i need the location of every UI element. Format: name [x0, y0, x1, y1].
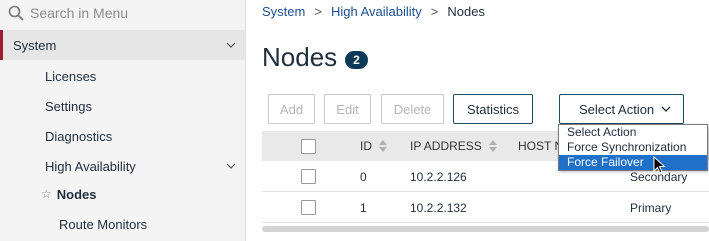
sidebar-item-label: Licenses [45, 68, 97, 84]
sidebar-item-label: System [13, 37, 57, 53]
sidebar-item-licenses[interactable]: Licenses [0, 62, 246, 90]
option-force-failover[interactable]: Force Failover [559, 155, 707, 170]
breadcrumb-system[interactable]: System [262, 4, 305, 19]
sidebar-item-label: Diagnostics [45, 128, 113, 144]
breadcrumb-separator: > [314, 4, 322, 19]
option-select-action[interactable]: Select Action [559, 125, 707, 140]
sidebar-item-nodes[interactable]: ☆ Nodes [0, 180, 246, 208]
menu-search[interactable]: Search in Menu [0, 0, 246, 26]
column-header-ip-address[interactable]: IP ADDRESS [410, 131, 497, 161]
sort-icon [379, 140, 387, 152]
breadcrumb-nodes: Nodes [447, 4, 485, 19]
cell-state: Primary [630, 200, 672, 215]
sidebar: Search in Menu System Licenses Settings … [0, 0, 246, 241]
row-checkbox[interactable] [301, 169, 316, 184]
sidebar-item-settings[interactable]: Settings [0, 92, 246, 120]
chevron-down-icon [661, 106, 671, 112]
column-header-id[interactable]: ID [360, 131, 387, 161]
sidebar-item-label: Route Monitors [59, 216, 148, 232]
table-row[interactable]: 1 10.2.2.132 Primary [262, 192, 709, 223]
select-action-button[interactable]: Select Action [559, 94, 684, 124]
sidebar-item-label: Nodes [56, 186, 97, 202]
count-badge: 2 [345, 50, 368, 69]
sidebar-item-route-monitors[interactable]: Route Monitors [0, 210, 246, 238]
mouse-cursor-icon [653, 156, 666, 174]
option-force-synchronization[interactable]: Force Synchronization [559, 140, 707, 155]
edit-button[interactable]: Edit [324, 94, 371, 124]
column-label: IP ADDRESS [410, 139, 482, 153]
chevron-down-icon [226, 42, 236, 48]
cell-ip-address: 10.2.2.126 [410, 169, 467, 184]
sidebar-item-label: Settings [45, 98, 92, 114]
main-content: System > High Availability > Nodes Nodes… [247, 0, 709, 241]
select-action-label: Select Action [579, 101, 655, 117]
statistics-button[interactable]: Statistics [453, 94, 533, 124]
cell-id: 1 [360, 200, 367, 215]
sidebar-item-high-availability[interactable]: High Availability [0, 152, 246, 180]
search-input[interactable]: Search in Menu [30, 5, 128, 21]
sidebar-item-system[interactable]: System [0, 30, 246, 60]
horizontal-scrollbar[interactable] [262, 226, 709, 232]
select-all-checkbox[interactable] [301, 139, 316, 154]
star-icon[interactable]: ☆ [41, 187, 52, 201]
search-icon [8, 5, 24, 21]
cell-ip-address: 10.2.2.132 [410, 200, 467, 215]
breadcrumb-high-availability[interactable]: High Availability [331, 4, 422, 19]
sidebar-item-label: High Availability [45, 158, 136, 174]
column-label: HOST N [518, 139, 564, 153]
sidebar-item-diagnostics[interactable]: Diagnostics [0, 122, 246, 150]
row-checkbox[interactable] [301, 200, 316, 215]
cell-id: 0 [360, 169, 367, 184]
sort-icon [488, 140, 497, 152]
column-header-host-name[interactable]: HOST N [518, 131, 563, 161]
delete-button[interactable]: Delete [381, 94, 444, 124]
breadcrumb-separator: > [430, 4, 439, 19]
breadcrumb: System > High Availability > Nodes [262, 4, 485, 19]
select-action-dropdown[interactable]: Select Action Force Synchronization Forc… [558, 124, 708, 171]
column-label: ID [360, 139, 372, 153]
chevron-down-icon [226, 163, 236, 169]
page-title: Nodes [262, 42, 338, 72]
page-header: Nodes 2 [262, 42, 368, 73]
add-button[interactable]: Add [268, 94, 315, 124]
